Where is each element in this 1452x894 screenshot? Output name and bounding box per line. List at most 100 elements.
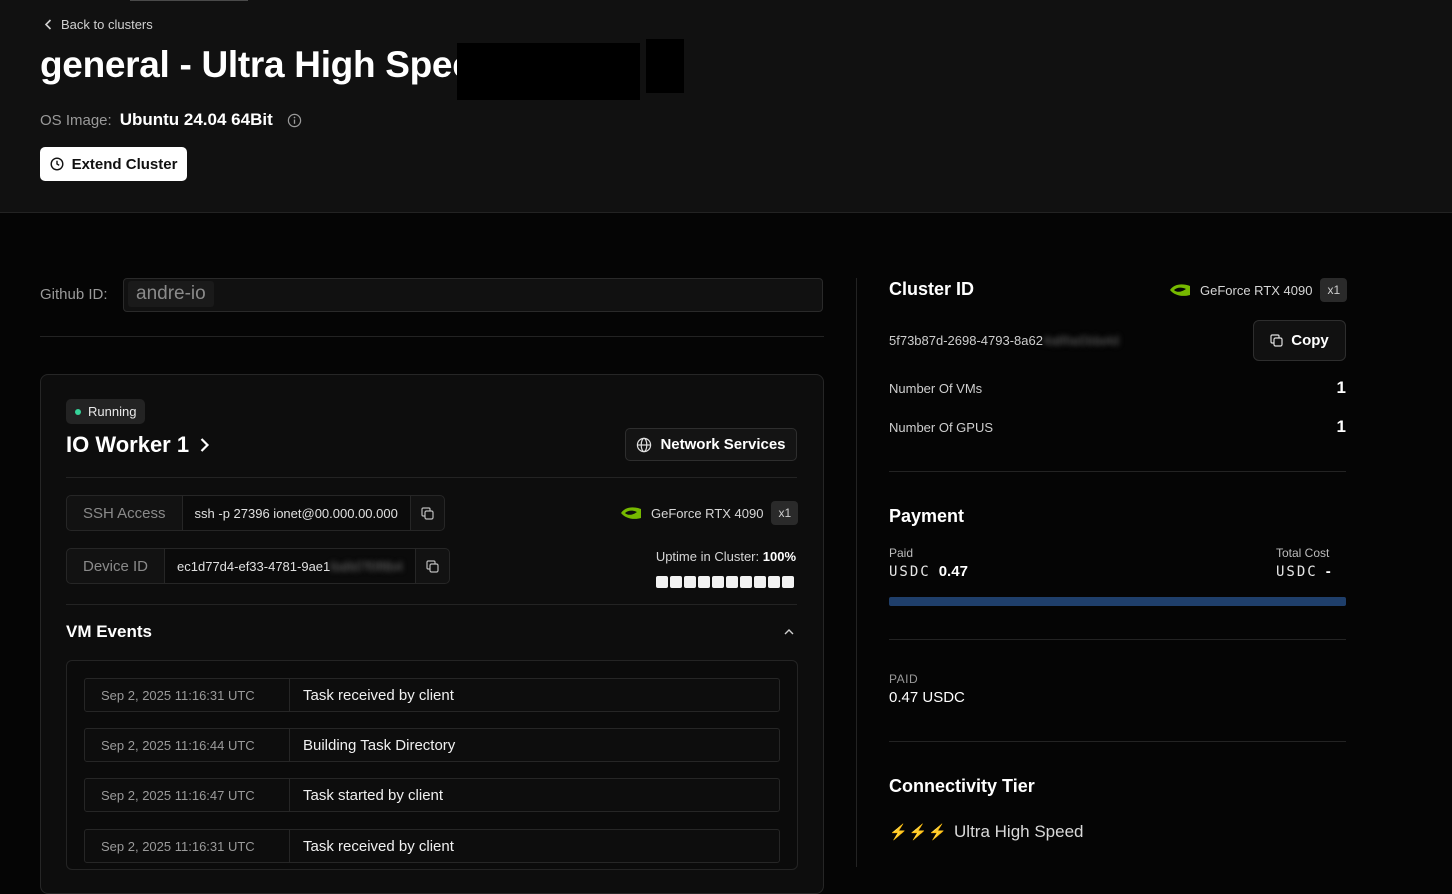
connectivity-tier-title: Connectivity Tier (889, 776, 1035, 796)
chevron-left-icon (44, 19, 52, 30)
copy-device-id-button[interactable] (416, 549, 449, 583)
divider (40, 336, 824, 337)
divider (889, 471, 1346, 472)
globe-icon (637, 437, 652, 452)
cluster-id-value[interactable]: 5f73b87d-2698-4793-8a624a8fad3da4d (889, 333, 1119, 348)
ssh-access-field: SSH Access ssh -p 27396 ionet@00.000.00.… (66, 495, 445, 531)
gpu-count-badge: x1 (1320, 278, 1348, 302)
vm-events-title: VM Events (66, 622, 152, 641)
currency-label: USDC (889, 563, 931, 580)
github-id-field[interactable] (123, 278, 823, 312)
clock-icon (50, 157, 64, 171)
network-services-button[interactable]: Network Services (625, 428, 797, 461)
total-cost-amount: USDC - (1276, 563, 1331, 580)
copy-ssh-button[interactable] (411, 496, 444, 530)
copy-icon (425, 559, 439, 573)
vm-event-message: Task received by client (303, 837, 454, 855)
vm-event-time: Sep 2, 2025 11:16:31 UTC (85, 830, 290, 862)
vm-event-row: Sep 2, 2025 11:16:44 UTC Building Task Di… (84, 728, 780, 762)
header-panel (0, 0, 1452, 213)
copy-icon (421, 506, 434, 520)
cluster-id-title: Cluster ID (889, 279, 975, 299)
uptime-bar-segment (712, 576, 724, 588)
nvidia-logo-icon (1170, 284, 1190, 296)
chevron-up-icon[interactable] (783, 627, 795, 637)
column-divider (856, 278, 857, 867)
extend-cluster-button[interactable]: Extend Cluster (40, 147, 187, 181)
paid-value: 0.47 (938, 563, 968, 580)
vm-event-time: Sep 2, 2025 11:16:31 UTC (85, 679, 290, 711)
vm-event-row: Sep 2, 2025 11:16:47 UTC Task started by … (84, 778, 780, 812)
divider (889, 741, 1346, 742)
total-cost-value: - (1325, 563, 1331, 580)
copy-label: Copy (1291, 332, 1329, 349)
redacted-block (457, 43, 640, 100)
chevron-right-icon (200, 438, 210, 452)
currency-label: USDC (1276, 563, 1318, 580)
uptime-bar-segment (782, 576, 794, 588)
status-dot (75, 408, 81, 415)
divider (66, 604, 797, 605)
worker-gpu-info: GeForce RTX 4090 x1 (619, 501, 799, 525)
worker-name-link[interactable]: IO Worker 1 (66, 432, 210, 458)
back-label: Back to clusters (61, 17, 153, 32)
github-id-label: Github ID: (40, 286, 108, 303)
number-of-vms-value: 1 (1336, 378, 1346, 397)
connectivity-tier-value: Ultra High Speed (954, 822, 1084, 841)
worker-name: IO Worker 1 (66, 432, 190, 457)
number-of-gpus-value: 1 (1336, 417, 1346, 436)
cluster-id-hidden: 4a8fad3da4d (1042, 333, 1119, 348)
ssh-access-label: SSH Access (67, 496, 183, 530)
uptime-bar-segment (740, 576, 752, 588)
page-title: general - Ultra High Speed (40, 44, 495, 85)
device-id-value[interactable]: ec1d77d4-ef33-4781-9ae1 6a8d7f0f8b4 (165, 549, 416, 583)
uptime-label: Uptime in Cluster: (655, 549, 760, 564)
cluster-gpu-info: GeForce RTX 4090 x1 (1168, 278, 1348, 302)
network-services-label: Network Services (660, 436, 786, 453)
payment-progress-bar (889, 597, 1346, 606)
vm-event-message: Task started by client (303, 786, 444, 804)
gpu-name: GeForce RTX 4090 (1200, 282, 1313, 298)
uptime-bar-segment (670, 576, 682, 588)
number-of-gpus-label: Number Of GPUS (889, 419, 994, 435)
total-cost-label: Total Cost (1276, 546, 1330, 560)
device-id-text: ec1d77d4-ef33-4781-9ae1 (177, 558, 331, 574)
github-id-chip[interactable]: andre-io (128, 281, 214, 307)
gpu-count-badge: x1 (771, 501, 799, 525)
info-icon[interactable] (287, 113, 302, 128)
os-image-value: Ubuntu 24.04 64Bit (119, 110, 273, 129)
uptime-bar-segment (684, 576, 696, 588)
cluster-id-text: 5f73b87d-2698-4793-8a62 (889, 333, 1043, 348)
divider (66, 477, 797, 478)
os-image-label: OS Image: (40, 111, 112, 129)
status-badge: Running (66, 399, 146, 424)
vm-event-message: Task received by client (303, 686, 454, 704)
extend-cluster-label: Extend Cluster (71, 155, 178, 173)
uptime-bar-segment (768, 576, 780, 588)
copy-cluster-id-button[interactable]: Copy (1253, 320, 1346, 361)
vm-event-time: Sep 2, 2025 11:16:47 UTC (85, 779, 290, 811)
back-to-clusters-link[interactable]: Back to clusters (44, 17, 153, 32)
uptime-bar-segment (698, 576, 710, 588)
number-of-gpus-row: Number Of GPUS 1 (889, 417, 1346, 437)
os-image-row: OS Image: Ubuntu 24.04 64Bit (40, 110, 302, 130)
device-id-hidden: 6a8d7f0f8b4 (330, 558, 403, 574)
status-label: Running (88, 404, 137, 419)
uptime-bar-segment (656, 576, 668, 588)
tab-indicator (130, 0, 248, 1)
ssh-access-value[interactable]: ssh -p 27396 ionet@00.000.00.000 (182, 496, 411, 530)
copy-icon (1270, 334, 1283, 347)
uptime-bars (656, 576, 794, 588)
paid-amount: USDC 0.47 (889, 563, 968, 580)
number-of-vms-row: Number Of VMs 1 (889, 378, 1346, 398)
paid-caps-value: 0.47 USDC (889, 689, 965, 706)
lightning-icon: ⚡⚡⚡ (889, 824, 949, 841)
device-id-label: Device ID (67, 549, 166, 583)
connectivity-tier-row: ⚡⚡⚡ Ultra High Speed (889, 822, 1084, 842)
vm-event-message: Building Task Directory (303, 736, 456, 754)
paid-caps-label: PAID (889, 672, 919, 686)
gpu-name: GeForce RTX 4090 (651, 505, 764, 521)
uptime-value: 100% (762, 549, 796, 564)
redacted-block (646, 39, 684, 93)
uptime-row: Uptime in Cluster: 100% (656, 549, 796, 564)
